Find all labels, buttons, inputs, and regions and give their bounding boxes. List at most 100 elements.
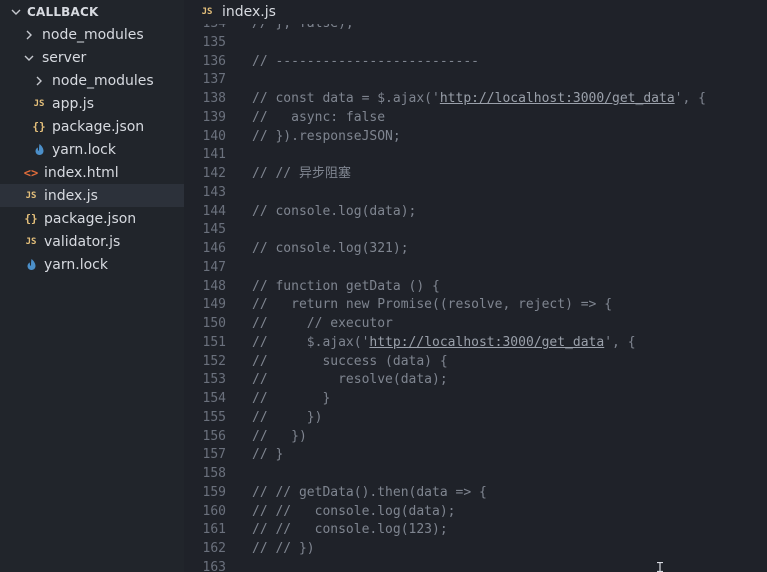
code-line[interactable]: 160 // // console.log(data); [184,502,767,521]
tree-item-label: index.html [44,164,119,181]
tab-index-js[interactable]: JS index.js [200,1,276,23]
tree-item-package-json[interactable]: {} package.json [0,207,184,230]
line-number: 160 [202,503,226,519]
json-file-icon: {} [32,120,46,133]
code-line[interactable]: 148 // function getData () { [184,277,767,296]
tree-item-yarn-lock[interactable]: yarn.lock [0,138,184,161]
code-text: // async: false [252,109,386,125]
code-url-link[interactable]: http://localhost:3000/get_data [440,91,675,106]
line-number: 157 [202,447,226,463]
code-line[interactable]: 140 // }).responseJSON; [184,127,767,146]
json-file-icon: {} [24,212,38,225]
code-line[interactable]: 145 [184,220,767,239]
code-line[interactable]: 150 // // executor [184,314,767,333]
code-text: // }).responseJSON; [252,128,401,144]
code-line[interactable]: 151 // $.ajax('http://localhost:3000/get_… [184,333,767,352]
tree-item-label: index.js [44,187,98,204]
js-file-icon: JS [25,236,37,247]
code-text: // } [252,391,331,406]
code-line[interactable]: 156 // }) [184,427,767,446]
line-number: 137 [202,72,226,88]
tree-item-package-json[interactable]: {} package.json [0,115,184,138]
line-number: 161 [202,522,226,538]
chevron-down-icon [11,6,21,18]
tree-item-validator-js[interactable]: JS validator.js [0,230,184,253]
line-number: 140 [202,128,226,144]
code-text: // }) [252,409,323,425]
code-text: // function getData () { [252,278,440,294]
code-line[interactable]: 163 [184,558,767,572]
code-text: // $.ajax('http://localhost:3000/get_dat… [252,334,636,350]
line-number: 155 [202,409,226,425]
line-number: 152 [202,353,226,369]
tree-item-app-js[interactable]: JS app.js [0,92,184,115]
tree-item-label: validator.js [44,233,121,250]
tree-item-label: app.js [52,95,94,112]
js-file-icon: JS [25,190,37,201]
tree-item-index-js[interactable]: JS index.js [0,184,184,207]
code-line[interactable]: 143 [184,183,767,202]
code-text: // // 异步阻塞 [252,166,351,181]
line-number: 144 [202,203,226,219]
code-line[interactable]: 141 [184,145,767,164]
code-line[interactable]: 159 // // getData().then(data => { [184,483,767,502]
line-number: 162 [202,541,226,556]
tree-item-label: yarn.lock [52,141,116,158]
explorer-root-label: CALLBACK [27,4,99,19]
code-line[interactable]: 134 // }, false); [184,24,767,33]
code-line[interactable]: 147 [184,258,767,277]
code-line[interactable]: 139 // async: false [184,108,767,127]
line-number: 147 [202,259,226,275]
code-text: // resolve(data); [252,372,448,388]
editor-tab-bar: JS index.js [184,0,767,24]
code-text: // console.log(data); [252,203,417,219]
tree-item-yarn-lock[interactable]: yarn.lock [0,253,184,276]
code-line[interactable]: 153 // resolve(data); [184,370,767,389]
code-text: // // executor [252,316,393,331]
code-text: // // console.log(data); [252,503,456,519]
tree-item-node-modules[interactable]: node_modules [0,23,184,46]
line-number: 141 [202,147,226,163]
chevron-down-icon [24,52,34,64]
code-line[interactable]: 144 // console.log(data); [184,202,767,221]
line-number: 151 [202,334,226,350]
code-line[interactable]: 157 // } [184,445,767,464]
code-line[interactable]: 162 // // }) [184,539,767,558]
line-number: 163 [202,559,226,572]
tree-item-label: package.json [44,210,137,227]
code-url-link[interactable]: http://localhost:3000/get_data [369,335,604,350]
code-line[interactable]: 155 // }) [184,408,767,427]
tree-item-node-modules[interactable]: node_modules [0,69,184,92]
code-text: // return new Promise((resolve, reject) … [252,297,613,313]
explorer-root-folder[interactable]: CALLBACK [0,0,184,23]
text-cursor-icon [657,562,663,572]
code-text: // // getData().then(data => { [252,484,487,500]
line-number: 134 [184,24,226,33]
code-text: // }) [252,428,307,444]
code-text: // success (data) { [252,353,448,369]
code-line[interactable]: 138 // const data = $.ajax('http://localh… [184,89,767,108]
line-number: 136 [202,53,226,69]
code-line[interactable]: 149 // return new Promise((resolve, rejec… [184,295,767,314]
line-number: 138 [202,91,226,106]
tree-item-server[interactable]: server [0,46,184,69]
code-line[interactable]: 152 // success (data) { [184,352,767,371]
code-line[interactable]: 154 // } [184,389,767,408]
code-text: // // }) [252,541,315,556]
code-line[interactable]: 146 // console.log(321); [184,239,767,258]
line-number: 145 [202,222,226,238]
tree-item-label: node_modules [42,26,144,43]
code-line[interactable]: 137 [184,70,767,89]
code-line[interactable]: 161 // // console.log(123); [184,520,767,539]
tree-item-label: server [42,49,87,66]
code-line[interactable]: 142 // // 异步阻塞 [184,164,767,183]
line-number: 146 [202,241,226,256]
code-line[interactable]: 158 [184,464,767,483]
code-text: // -------------------------- [252,53,479,69]
tree-item-index-html[interactable]: <> index.html [0,161,184,184]
line-number: 156 [202,428,226,444]
code-editor[interactable]: 134 // }, false); 135 136 // ---------------… [184,24,767,572]
code-line[interactable]: 135 [184,33,767,52]
code-line[interactable]: 136 // -------------------------- [184,52,767,71]
line-number: 148 [202,278,226,294]
